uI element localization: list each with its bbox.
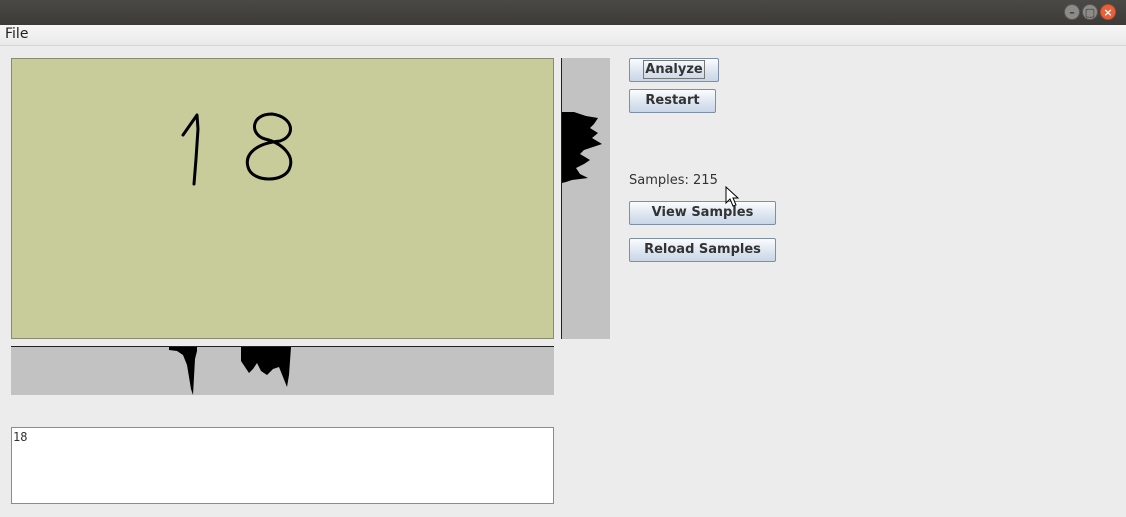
column-projection-shape-2	[241, 347, 291, 387]
recognition-output[interactable]: 18	[11, 427, 554, 504]
drawing-canvas[interactable]	[11, 58, 554, 339]
restart-button[interactable]: Restart	[629, 89, 716, 113]
menu-bar: File	[0, 25, 1126, 46]
reload-samples-button[interactable]: Reload Samples	[629, 238, 776, 262]
stroke-digit-8	[245, 112, 293, 181]
samples-count-label: Samples: 215	[629, 173, 718, 188]
menu-file[interactable]: File	[5, 26, 28, 42]
row-projection-shape	[562, 112, 602, 183]
close-icon[interactable]: ×	[1100, 4, 1116, 20]
column-projection-shape	[169, 347, 197, 395]
window-titlebar: – ▢ ×	[0, 0, 1126, 25]
mouse-cursor-icon	[725, 186, 739, 207]
maximize-icon[interactable]: ▢	[1082, 4, 1098, 20]
stroke-digit-1	[181, 113, 200, 186]
handwriting-strokes	[181, 112, 293, 186]
view-samples-button[interactable]: View Samples	[629, 201, 776, 225]
analyze-button[interactable]: Analyze	[629, 58, 719, 82]
horizontal-projection	[11, 346, 554, 395]
minimize-icon[interactable]: –	[1064, 4, 1080, 20]
vertical-projection	[561, 58, 610, 339]
